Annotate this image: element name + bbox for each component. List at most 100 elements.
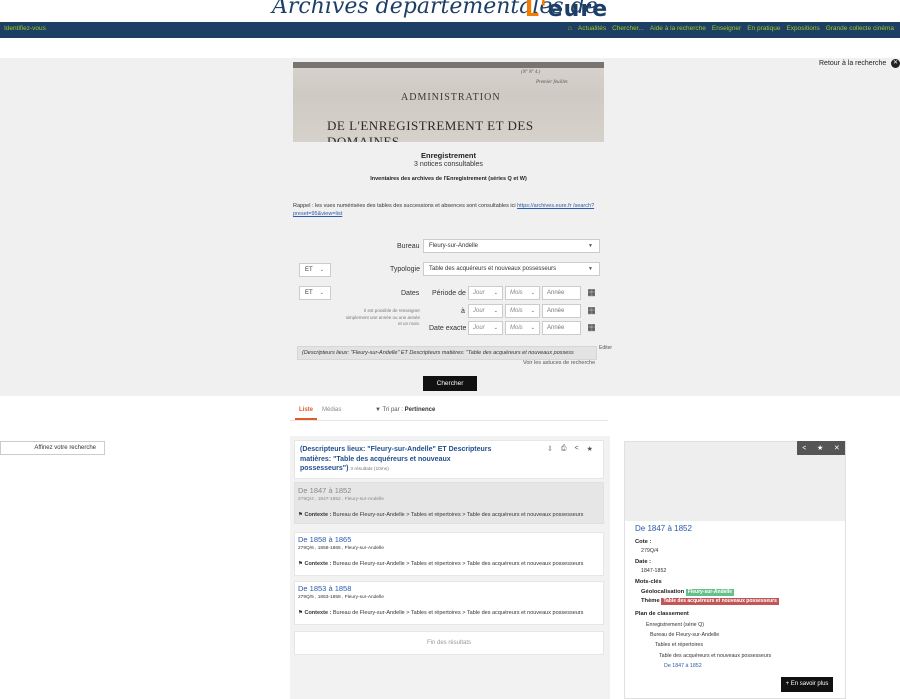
result-title[interactable]: De 1858 à 1865 (298, 535, 351, 544)
tree-item-current[interactable]: De 1847 à 1852 (664, 663, 702, 669)
operator-select-1[interactable]: ET ⌄ (299, 263, 331, 277)
nav-item-en-pratique[interactable]: En pratique (747, 25, 780, 32)
jour-placeholder: Jour (473, 308, 485, 314)
editer-link[interactable]: Editer (599, 345, 612, 351)
plus-icon: + (785, 681, 790, 687)
tab-liste[interactable]: Liste (299, 407, 313, 413)
sort-control[interactable]: ▼ Tri par : Pertinence (375, 407, 435, 413)
chevron-down-icon: ⌄ (319, 290, 324, 296)
typologie-select[interactable]: Table des acquéreurs et nouveaux possess… (423, 262, 600, 276)
close-icon[interactable]: ✕ (891, 59, 900, 68)
theme-tag[interactable]: Table des acquéreurs et nouveaux possess… (661, 598, 779, 605)
sort-caret-icon: ▼ (375, 407, 383, 413)
detail-title: De 1847 à 1852 (635, 524, 692, 533)
result-card-1[interactable]: De 1847 à 1852 279Q/4 , 1847-1852 , Fleu… (294, 482, 604, 524)
calendar-icon[interactable]: ▦ (586, 322, 597, 333)
search-tips-link[interactable]: Voir les astuces de recherche (523, 360, 595, 366)
star-icon[interactable]: ★ (817, 444, 823, 452)
share-icon[interactable]: < (574, 445, 578, 453)
bureau-value: Fleury-sur-Andelle (429, 243, 479, 249)
annee-input-exact[interactable]: Année (542, 321, 581, 335)
nav-item-expositions[interactable]: Expositions (786, 25, 819, 32)
chevron-down-icon: ▼ (588, 243, 593, 249)
mois-select-exact[interactable]: Mois ⌄ (505, 321, 540, 335)
star-icon[interactable]: ★ (587, 445, 593, 453)
mois-select-from[interactable]: Mois ⌄ (505, 286, 540, 300)
query-summary[interactable]: (Descripteurs lieux: "Fleury-sur-Andelle… (297, 346, 597, 360)
theme-row: Thème Table des acquéreurs et nouveaux p… (641, 598, 779, 605)
result-meta: 279Q/4 , 1847-1852 , Fleury-sur-Andelle (298, 497, 384, 502)
result-meta: 279Q/6 , 1858-1865 , Fleury-sur-Andelle (298, 546, 384, 551)
banner-corner-text-2: Premier feuillet. (536, 80, 569, 85)
operator-value-2: ET (305, 290, 313, 296)
nav-item-enseigner[interactable]: Enseigner (712, 25, 741, 32)
context-label: Contexte : (304, 610, 332, 616)
nav-item-aide[interactable]: Aide à la recherche (650, 25, 706, 32)
collection-inventory: Inventaires des archives de l'Enregistre… (370, 176, 527, 182)
context-path: Bureau de Fleury-sur-Andelle > Tables et… (332, 512, 584, 518)
sitemap-icon: ⚑ (298, 610, 303, 616)
result-title[interactable]: De 1853 à 1858 (298, 584, 351, 593)
tree-item[interactable]: Tables et répertoires (655, 642, 703, 648)
search-button[interactable]: Chercher (423, 376, 477, 391)
login-link[interactable]: Identifiez-vous (4, 25, 46, 32)
print-icon[interactable]: ⎙ (561, 445, 567, 453)
result-card-2[interactable]: De 1858 à 1865 279Q/6 , 1858-1865 , Fleu… (294, 532, 604, 576)
banner-line-1: ADMINISTRATION (401, 92, 501, 103)
back-to-search-link[interactable]: Retour à la recherche (819, 60, 886, 67)
bureau-select[interactable]: Fleury-sur-Andelle ▼ (423, 239, 600, 253)
eure-logo[interactable]: L'eure (525, 0, 608, 22)
nav-item-chercher[interactable]: Chercher... (612, 25, 644, 32)
refine-search-button[interactable]: Affinez votre recherche (0, 441, 105, 455)
play-icon[interactable]: ▶ (611, 499, 616, 507)
jour-select-from[interactable]: Jour ⌄ (468, 286, 503, 300)
operator-select-2[interactable]: ET ⌄ (299, 286, 331, 300)
close-icon[interactable]: ✕ (834, 444, 840, 452)
calendar-icon[interactable]: ▦ (586, 287, 597, 298)
result-context: ⚑ Contexte : Bureau de Fleury-sur-Andell… (298, 610, 583, 616)
a-label: à (461, 308, 465, 315)
tree-item[interactable]: Table des acquéreurs et nouveaux possess… (659, 653, 771, 659)
jour-placeholder: Jour (473, 290, 485, 296)
date-label: Date : (635, 559, 652, 565)
geo-label: Géolocalisation (641, 589, 685, 595)
nav-item-grande-collecte[interactable]: Grande collecte cinéma (826, 25, 894, 32)
annee-input-to[interactable]: Année (542, 304, 581, 318)
calendar-icon[interactable]: ▦ (586, 305, 597, 316)
eure-logo-apostrophe: L' (525, 0, 548, 22)
more-info-button[interactable]: + En savoir plus (781, 677, 833, 692)
home-icon[interactable]: ⌂ (568, 25, 572, 32)
periode-label: Période de (432, 290, 466, 297)
sitemap-icon: ⚑ (298, 561, 303, 567)
dates-hint: Il est possible de renseigner simplement… (345, 308, 420, 326)
result-title[interactable]: De 1847 à 1852 (298, 486, 351, 495)
jour-select-exact[interactable]: Jour ⌄ (468, 321, 503, 335)
result-context: ⚑ Contexte : Bureau de Fleury-sur-Andell… (298, 561, 583, 567)
chevron-down-icon: ⌄ (493, 325, 498, 331)
detail-tools: < ★ ✕ (797, 441, 845, 455)
share-icon[interactable]: < (802, 445, 806, 452)
nav-item-actualites[interactable]: Actualités (578, 25, 606, 32)
tree-item[interactable]: Bureau de Fleury-sur-Andelle (650, 632, 719, 638)
cote-value: 279Q/4 (641, 548, 659, 554)
result-card-3[interactable]: De 1853 à 1858 279Q/5 , 1853-1858 , Fleu… (294, 581, 604, 625)
mois-placeholder: Mois (510, 290, 523, 296)
mois-placeholder: Mois (510, 325, 523, 331)
annee-input-from[interactable]: Année (542, 286, 581, 300)
geo-tag[interactable]: Fleury-sur-Andelle (685, 589, 734, 596)
jour-select-to[interactable]: Jour ⌄ (468, 304, 503, 318)
mois-select-to[interactable]: Mois ⌄ (505, 304, 540, 318)
tree-item[interactable]: Enregistrement (série Q) (646, 622, 704, 628)
plan-label: Plan de classement (635, 611, 689, 617)
chevron-down-icon: ⌄ (530, 325, 535, 331)
collection-banner-image: (Nº Nº 4.) Premier feuillet. ADMINISTRAT… (293, 62, 604, 142)
chevron-down-icon: ⌄ (530, 290, 535, 296)
mois-placeholder: Mois (510, 308, 523, 314)
tab-medias[interactable]: Médias (322, 407, 341, 413)
download-icon[interactable]: ⇩ (547, 445, 553, 453)
end-of-results: Fin des résultats (294, 631, 604, 655)
context-path: Bureau de Fleury-sur-Andelle > Tables et… (332, 561, 584, 567)
result-count: 3 résultats (10ms) (350, 467, 389, 472)
annee-placeholder: Année (547, 325, 565, 331)
operator-value-1: ET (305, 267, 313, 273)
